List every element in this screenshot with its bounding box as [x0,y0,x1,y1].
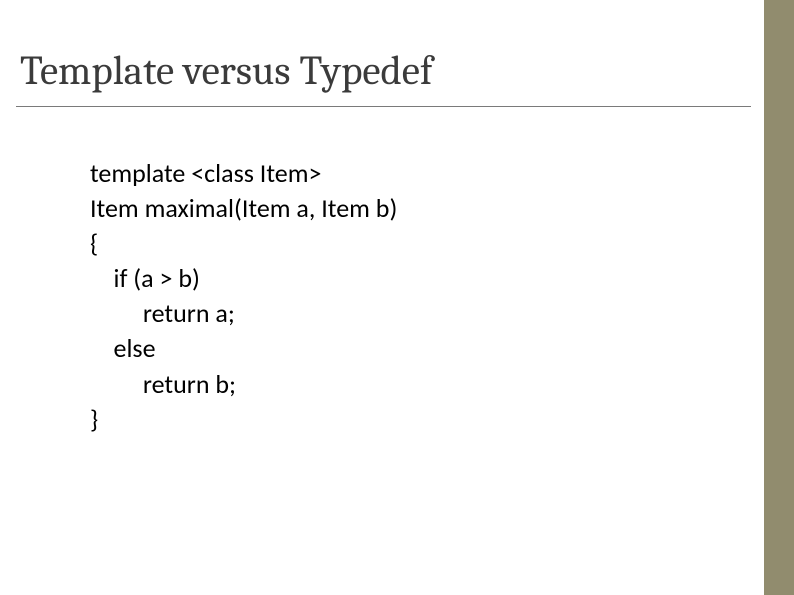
title-divider [16,106,751,107]
code-line: template <class Item> [90,157,321,189]
code-line: return b; [90,368,236,400]
code-line: if (a > b) [90,262,200,294]
code-line: { [90,227,98,259]
code-line: Item maximal(Item a, Item b) [90,192,397,224]
code-line: else [90,332,156,364]
decorative-sidebar [764,0,794,595]
slide-title: Template versus Typedef [20,48,433,95]
code-line: return a; [90,297,235,329]
code-block: template <class Item> Item maximal(Item … [90,156,397,437]
code-line: } [90,403,98,435]
